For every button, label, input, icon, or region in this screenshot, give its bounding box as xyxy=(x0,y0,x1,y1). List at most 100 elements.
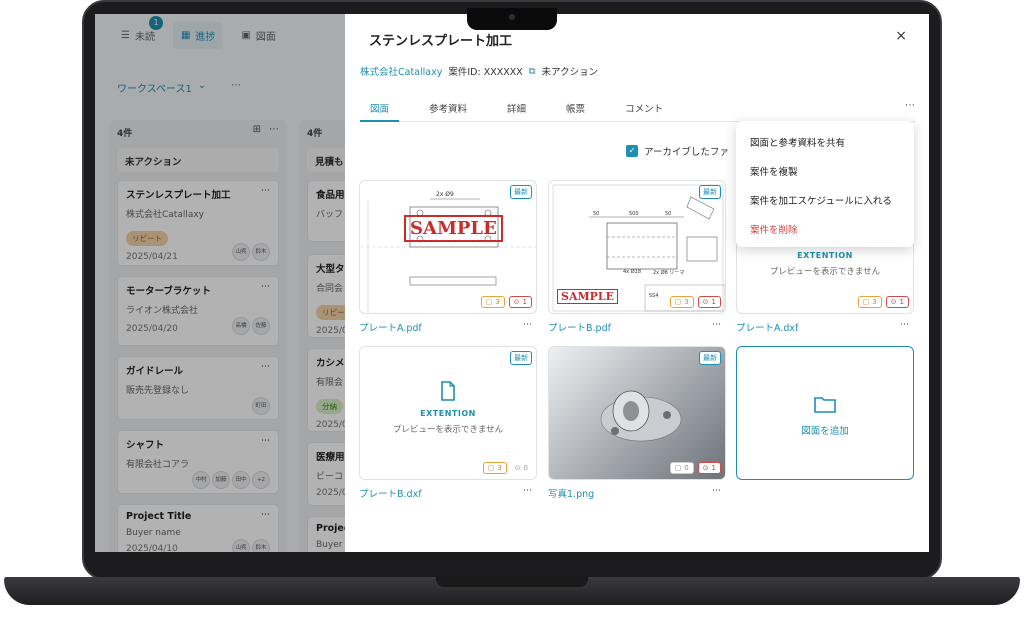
comment-counter[interactable]: ▢ 3 xyxy=(669,296,694,308)
material-label: SS4 xyxy=(649,293,659,299)
tile-counters: ▢ 0 ⊙ 1 xyxy=(669,462,721,474)
latest-badge: 最新 xyxy=(510,351,532,365)
comment-icon: ▢ xyxy=(674,298,682,306)
dimension-label: 500 xyxy=(629,211,639,217)
archive-toggle[interactable]: ✓ アーカイブしたファ xyxy=(626,144,729,158)
company-link[interactable]: 株式会社Catallaxy xyxy=(360,64,442,78)
file-more-button[interactable]: ⋯ xyxy=(523,320,532,330)
comment-icon: ▢ xyxy=(487,464,495,472)
alert-icon: ⊙ xyxy=(890,298,897,306)
file-name[interactable]: プレートA.dxf xyxy=(736,320,798,334)
file-name[interactable]: プレートB.pdf xyxy=(548,320,611,334)
status-text: 未アクション xyxy=(541,67,599,78)
archive-label: アーカイブしたファ xyxy=(644,147,729,158)
tile-counters: ▢ 3 ⊙ 1 xyxy=(480,296,532,308)
comment-counter[interactable]: ▢ 3 xyxy=(857,296,882,308)
dimension-label: 2x Ø9 xyxy=(436,191,454,198)
alert-icon: ⊙ xyxy=(513,298,520,306)
file-more-button[interactable]: ⋯ xyxy=(523,486,532,496)
file-name[interactable]: プレートB.dxf xyxy=(359,486,422,500)
camera-icon xyxy=(509,14,515,20)
menu-delete[interactable]: 案件を削除 xyxy=(736,216,914,245)
no-preview-placeholder: EXTENTION プレビューを表示できません xyxy=(360,381,536,435)
file-name[interactable]: プレートA.pdf xyxy=(359,320,422,334)
latest-badge: 最新 xyxy=(699,185,721,199)
drawing-tile[interactable]: 50 500 50 4x Ø18 2x Ø8 リーマ SS4 SAMPLE 最新… xyxy=(548,180,726,314)
folder-icon xyxy=(814,397,836,413)
alert-count: 1 xyxy=(522,298,527,306)
alert-count: 1 xyxy=(711,464,716,472)
sample-stamp: SAMPLE xyxy=(404,215,503,242)
menu-schedule[interactable]: 案件を加工スケジュールに入れる xyxy=(736,187,914,216)
alert-icon: ⊙ xyxy=(702,464,709,472)
tile-counters: ▢ 3 ⊙ 0 xyxy=(482,462,532,474)
drawing-tile[interactable]: 最新 EXTENTION プレビューを表示できません ▢ 3 ⊙ 0 xyxy=(359,346,537,480)
add-drawing-content: 図面を追加 xyxy=(737,395,913,437)
comment-icon: ▢ xyxy=(485,298,493,306)
checkbox-checked-icon[interactable]: ✓ xyxy=(626,145,638,157)
file-more-button[interactable]: ⋯ xyxy=(712,320,721,330)
tab-forms[interactable]: 帳票 xyxy=(556,98,595,122)
no-preview-text: プレビューを表示できません xyxy=(392,425,504,435)
file-name[interactable]: 写真1.png xyxy=(548,486,594,500)
add-drawing-button[interactable]: 図面を追加 xyxy=(736,346,914,480)
file-more-button[interactable]: ⋯ xyxy=(900,320,909,330)
project-detail-panel: ステンレスプレート加工 × 株式会社Catallaxy 案件ID: XXXXXX… xyxy=(345,14,929,552)
comment-counter[interactable]: ▢ 3 xyxy=(480,296,505,308)
panel-tabs: 図面 参考資料 詳細 帳票 コメント ⋯ xyxy=(360,98,915,122)
alert-counter[interactable]: ⊙ 1 xyxy=(508,296,532,308)
alert-counter[interactable]: ⊙ 0 xyxy=(510,462,532,474)
no-preview-text: プレビューを表示できません xyxy=(769,267,881,277)
comment-counter[interactable]: ▢ 3 xyxy=(482,462,507,474)
tab-references[interactable]: 参考資料 xyxy=(419,98,477,122)
comment-icon: ▢ xyxy=(862,298,870,306)
laptop-hinge xyxy=(436,577,588,587)
project-meta: 株式会社Catallaxy 案件ID: XXXXXX ⧉ 未アクション xyxy=(360,64,599,79)
drawing-preview xyxy=(360,198,536,313)
photo-tile[interactable]: 最新 ▢ 0 ⊙ 1 xyxy=(548,346,726,480)
tile-counters: ▢ 3 ⊙ 1 xyxy=(857,296,909,308)
dimension-label: 4x Ø18 xyxy=(623,269,642,275)
tab-drawings[interactable]: 図面 xyxy=(360,98,400,122)
menu-share[interactable]: 図面と参考資料を共有 xyxy=(736,129,914,158)
alert-counter[interactable]: ⊙ 1 xyxy=(697,296,721,308)
close-button[interactable]: × xyxy=(895,28,907,44)
alert-count: 0 xyxy=(523,464,528,472)
tab-comments[interactable]: コメント xyxy=(615,98,673,122)
no-preview-placeholder: EXTENTION プレビューを表示できません xyxy=(737,247,913,277)
camera-notch xyxy=(467,8,557,30)
alert-count: 1 xyxy=(899,298,904,306)
file-more-button[interactable]: ⋯ xyxy=(712,486,721,496)
part-photo xyxy=(600,390,682,442)
extension-label: EXTENTION xyxy=(797,251,853,260)
screen: ☰ 未読 1 ▦ 進捗 ▣ 図面 ワークスペース1 ⌄ ⋯ 4件 ⊞ ⋯ 未アク… xyxy=(95,14,929,552)
comment-count: 3 xyxy=(497,464,502,472)
alert-icon: ⊙ xyxy=(514,464,521,472)
alert-counter[interactable]: ⊙ 1 xyxy=(697,462,721,474)
tile-counters: ▢ 3 ⊙ 1 xyxy=(669,296,721,308)
dimension-label: 50 xyxy=(665,211,672,217)
comment-count: 3 xyxy=(495,298,500,306)
dimension-label: 50 xyxy=(593,211,600,217)
comment-count: 3 xyxy=(684,298,689,306)
tab-details[interactable]: 詳細 xyxy=(497,98,536,122)
drawing-tile[interactable]: 2x Ø9 SAMPLE 最新 ▢ 3 ⊙ 1 xyxy=(359,180,537,314)
panel-title: ステンレスプレート加工 xyxy=(369,34,513,49)
latest-badge: 最新 xyxy=(510,185,532,199)
sample-stamp: SAMPLE xyxy=(557,289,619,304)
alert-icon: ⊙ xyxy=(702,298,709,306)
comment-count: 3 xyxy=(872,298,877,306)
latest-badge: 最新 xyxy=(699,351,721,365)
comment-counter[interactable]: ▢ 0 xyxy=(669,462,694,474)
extension-label: EXTENTION xyxy=(420,409,476,418)
file-icon xyxy=(441,381,455,401)
alert-counter[interactable]: ⊙ 1 xyxy=(885,296,909,308)
more-actions-menu: 図面と参考資料を共有 案件を複製 案件を加工スケジュールに入れる 案件を削除 xyxy=(736,121,914,247)
comment-icon: ▢ xyxy=(674,464,682,472)
case-id: 案件ID: XXXXXX xyxy=(448,67,523,78)
menu-duplicate[interactable]: 案件を複製 xyxy=(736,158,914,187)
copy-icon[interactable]: ⧉ xyxy=(529,66,536,77)
dimension-label: 2x Ø8 リーマ xyxy=(653,270,685,276)
comment-count: 0 xyxy=(684,464,689,472)
tabs-more-button[interactable]: ⋯ xyxy=(905,100,915,111)
